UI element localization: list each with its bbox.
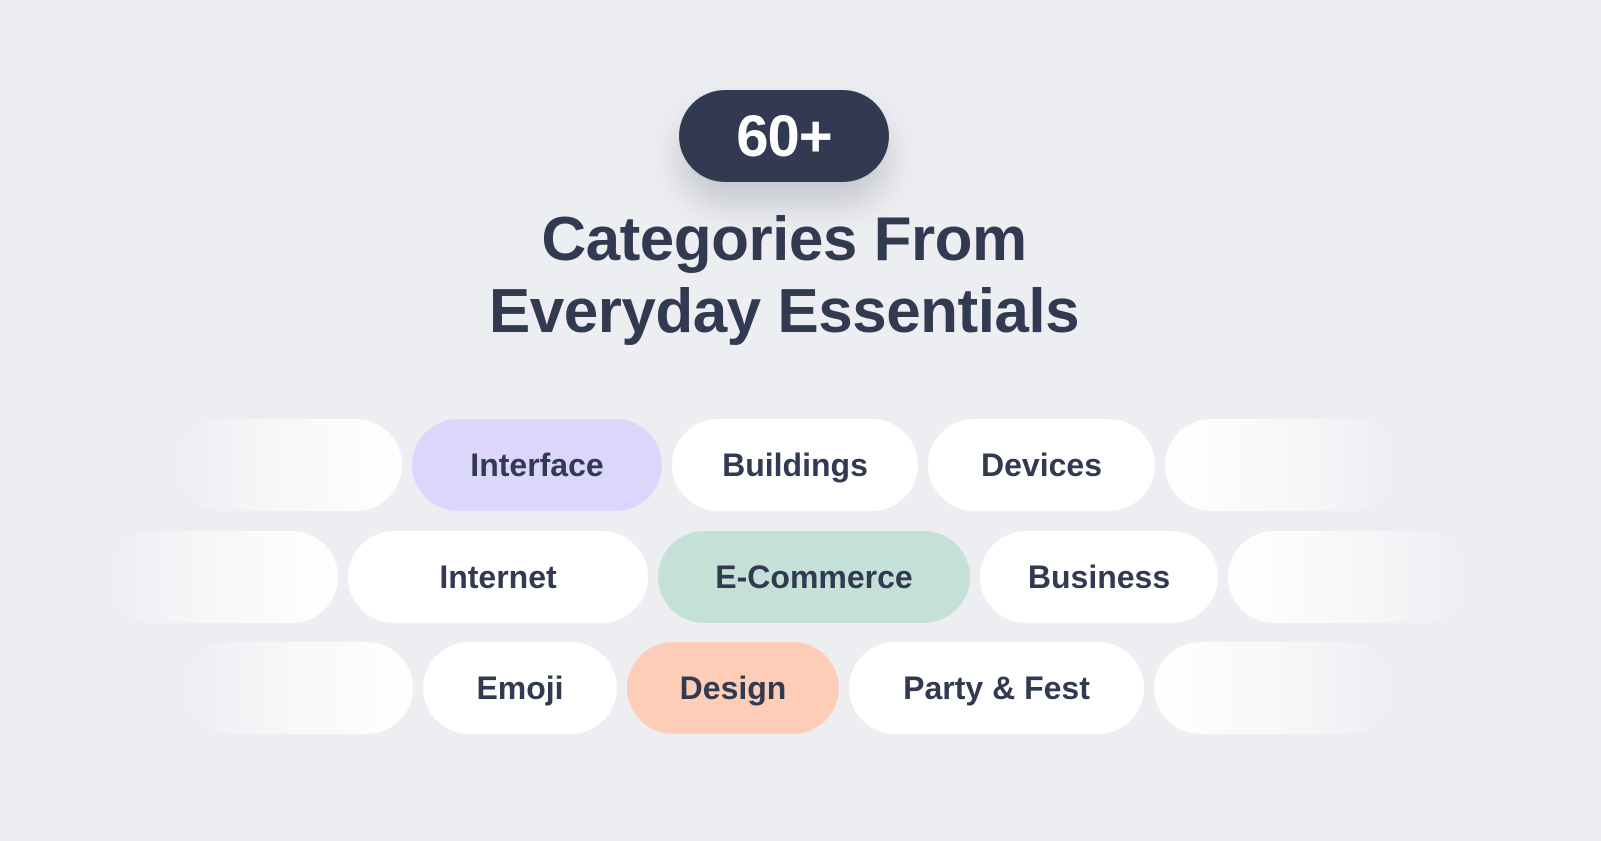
category-label: Design	[679, 669, 787, 706]
faded-category-pill	[183, 642, 413, 734]
promo-banner: 60+ Categories From Everyday Essentials …	[0, 0, 1601, 841]
category-label: Devices	[981, 446, 1102, 483]
title-line-2: Everyday Essentials	[488, 277, 1080, 346]
category-label: Internet	[439, 558, 557, 595]
title-line-1: Categories From	[541, 205, 1027, 274]
category-label: Business	[1027, 558, 1171, 595]
category-pill-emoji[interactable]: Emoji	[423, 642, 617, 734]
category-pill-internet[interactable]: Internet	[348, 531, 648, 623]
faded-category-pill	[108, 531, 338, 623]
faded-category-pill	[1154, 642, 1394, 734]
faded-category-pill	[1165, 419, 1400, 511]
category-pill-buildings[interactable]: Buildings	[672, 419, 918, 511]
count-badge: 60+	[679, 90, 889, 182]
faded-category-pill	[1228, 531, 1468, 623]
count-badge-label: 60+	[736, 103, 832, 169]
category-label: Buildings	[722, 446, 868, 483]
category-label: E-Commerce	[715, 558, 913, 595]
faded-category-pill	[175, 419, 402, 511]
page-title: Categories From Everyday Essentials	[0, 204, 1568, 348]
category-pill-party-fest[interactable]: Party & Fest	[849, 642, 1144, 734]
category-pill-design[interactable]: Design	[627, 642, 839, 734]
category-label: Interface	[470, 446, 604, 483]
category-label: Emoji	[476, 669, 564, 706]
category-pill-ecommerce[interactable]: E-Commerce	[658, 531, 970, 623]
category-pill-interface[interactable]: Interface	[412, 419, 662, 511]
category-label: Party & Fest	[903, 669, 1090, 706]
category-pill-devices[interactable]: Devices	[928, 419, 1155, 511]
category-pill-business[interactable]: Business	[980, 531, 1218, 623]
